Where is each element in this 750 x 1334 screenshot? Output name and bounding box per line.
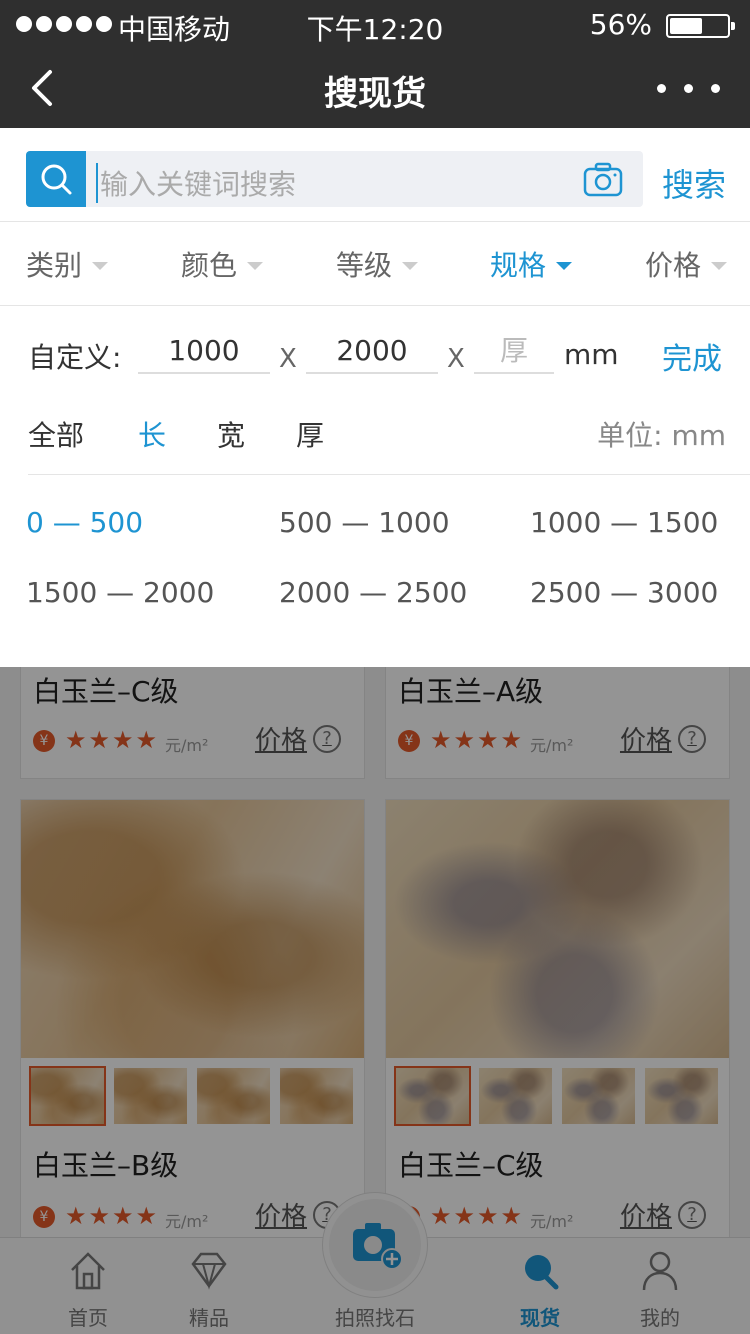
search-placeholder: 输入关键词搜索 [96,163,296,203]
status-bar: 中国移动 下午12:20 56% [0,0,750,50]
filter-tab-label: 颜色 [181,249,238,282]
divider [28,474,750,475]
dimension-option-all[interactable]: 全部 [28,414,84,454]
range-option[interactable]: 2500 — 3000 [530,576,718,609]
search-bar: 输入关键词搜索 搜索 [0,128,750,222]
range-option[interactable]: 1500 — 2000 [26,576,214,609]
filter-tab-label: 价格 [645,249,702,282]
filter-tab-spec[interactable]: 规格 [490,244,573,284]
filter-tab-grade[interactable]: 等级 [336,244,419,284]
filter-tab-label: 规格 [490,249,547,282]
filter-tab-price[interactable]: 价格 [645,244,728,284]
camera-icon[interactable] [583,161,623,197]
length-input[interactable]: 1000 [138,334,270,374]
unit-label: 单位: mm [597,419,726,452]
size-unit: mm [564,338,619,371]
dimension-option-width[interactable]: 宽 [217,414,245,454]
nav-bar: 搜现货 [0,50,750,128]
dimension-option-length[interactable]: 长 [138,414,166,454]
search-button[interactable]: 搜索 [662,160,726,206]
caret-down-icon [92,262,109,270]
thickness-input[interactable]: 厚 [474,334,554,374]
times-sign: X [447,344,465,374]
filter-tab-label: 等级 [336,249,393,282]
search-input[interactable]: 输入关键词搜索 [86,151,643,207]
range-option[interactable]: 1000 — 1500 [530,506,718,539]
filter-tab-color[interactable]: 颜色 [181,244,264,284]
spec-dropdown-panel: 自定义: 1000 X 2000 X 厚 mm 完成 全部 长 宽 厚 单位: … [0,306,750,667]
battery-icon [666,14,735,38]
caret-down-icon [556,262,573,270]
filter-bar: 类别 颜色 等级 规格 价格 [0,222,750,306]
caret-down-icon [711,262,728,270]
dim-overlay[interactable] [0,667,750,1334]
range-option[interactable]: 500 — 1000 [279,506,450,539]
range-option[interactable]: 0 — 500 [26,506,143,539]
filter-tab-label: 类别 [26,249,83,282]
done-button[interactable]: 完成 [662,334,722,378]
battery-percent: 56% [589,8,652,41]
page-title: 搜现货 [324,74,426,114]
caret-down-icon [247,262,264,270]
dimension-option-thickness[interactable]: 厚 [296,414,324,454]
filter-tab-category[interactable]: 类别 [26,244,109,284]
caret-down-icon [402,262,419,270]
times-sign: X [279,344,297,374]
custom-size-label: 自定义: [28,341,122,374]
dimension-selector: 全部 长 宽 厚 单位: mm [28,410,728,460]
search-icon [41,164,72,195]
width-input[interactable]: 2000 [306,334,438,374]
search-icon-button[interactable] [26,151,86,207]
custom-size-row: 自定义: 1000 X 2000 X 厚 mm 完成 [28,334,728,384]
more-menu-button[interactable] [657,84,720,93]
range-option[interactable]: 2000 — 2500 [279,576,467,609]
